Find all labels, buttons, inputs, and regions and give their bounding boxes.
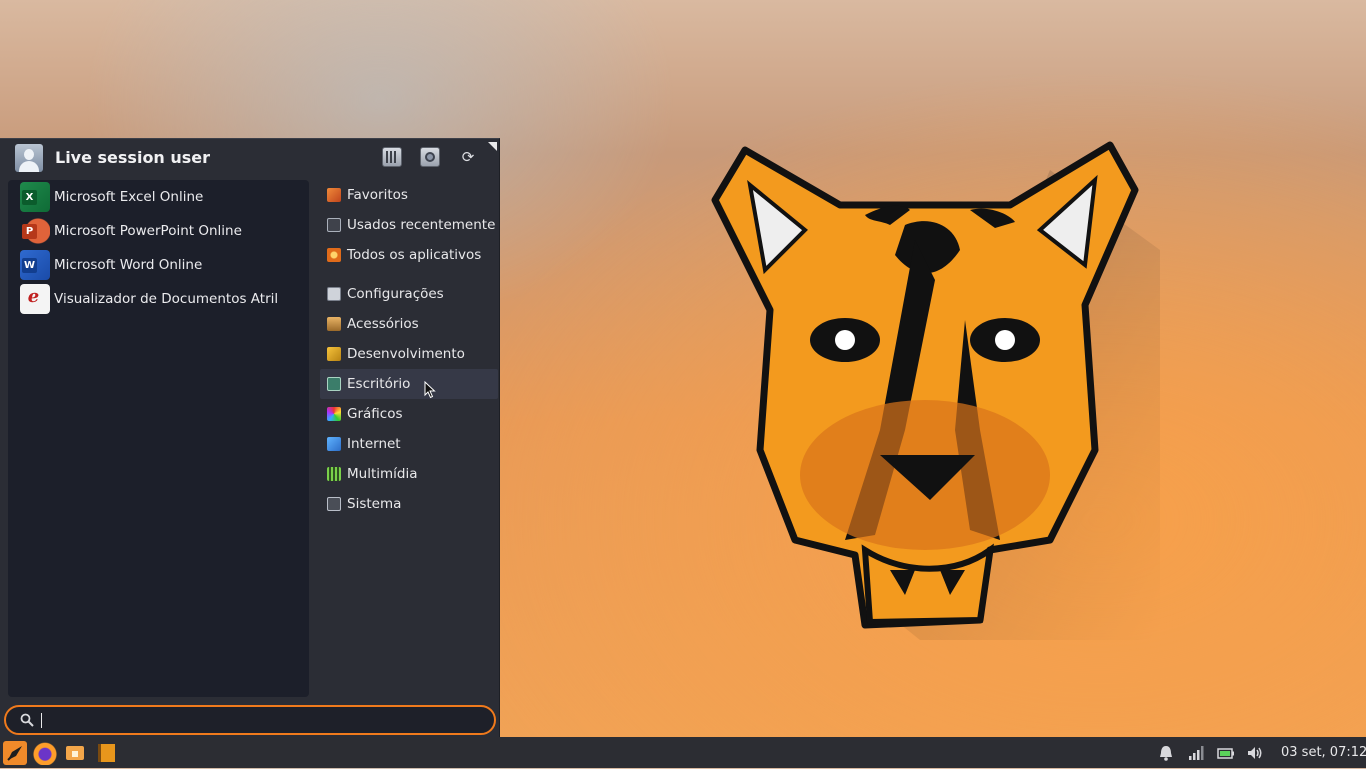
category-multimedia[interactable]: Multimídia xyxy=(320,459,498,489)
category-label: Usados recentemente xyxy=(347,217,496,233)
category-label: Multimídia xyxy=(347,466,418,482)
user-name: Live session user xyxy=(55,148,211,167)
internet-icon xyxy=(327,437,341,451)
category-label: Todos os aplicativos xyxy=(347,247,482,263)
network-signal-icon[interactable] xyxy=(1188,744,1206,762)
category-office[interactable]: Escritório xyxy=(320,369,498,399)
search-input[interactable] xyxy=(40,711,484,731)
applications-list: X Microsoft Excel Online P Microsoft Pow… xyxy=(8,180,309,697)
all-apps-icon xyxy=(327,248,341,262)
app-item-powerpoint[interactable]: P Microsoft PowerPoint Online xyxy=(8,214,309,248)
app-item-excel[interactable]: X Microsoft Excel Online xyxy=(8,180,309,214)
recent-icon xyxy=(327,218,341,232)
app-label: Microsoft Excel Online xyxy=(54,189,204,205)
whisker-menu: Live session user ⟳ X Microsoft Excel On… xyxy=(0,138,500,737)
category-settings[interactable]: Configurações xyxy=(320,279,498,309)
multimedia-icon xyxy=(327,467,341,481)
search-box[interactable] xyxy=(4,705,496,735)
wallpaper-mascot-icon xyxy=(711,141,1160,640)
category-all-apps[interactable]: Todos os aplicativos xyxy=(320,240,498,270)
excel-icon: X xyxy=(20,182,50,212)
categories-list: Favoritos Usados recentemente Todos os a… xyxy=(320,180,498,519)
log-out-icon[interactable]: ⟳ xyxy=(458,147,478,167)
app-item-word[interactable]: W Microsoft Word Online xyxy=(8,248,309,282)
app-label: Microsoft PowerPoint Online xyxy=(54,223,242,239)
category-graphics[interactable]: Gráficos xyxy=(320,399,498,429)
system-icon xyxy=(327,497,341,511)
app-label: Microsoft Word Online xyxy=(54,257,203,273)
word-icon: W xyxy=(20,250,50,280)
settings-manager-icon[interactable] xyxy=(382,147,402,167)
file-manager-icon[interactable] xyxy=(63,741,87,765)
lock-screen-icon[interactable] xyxy=(420,147,440,167)
menu-header: Live session user ⟳ xyxy=(0,139,500,177)
category-label: Sistema xyxy=(347,496,402,512)
accessories-icon xyxy=(327,317,341,331)
settings-icon xyxy=(327,287,341,301)
app-item-atril[interactable]: e Visualizador de Documentos Atril xyxy=(8,282,309,316)
category-development[interactable]: Desenvolvimento xyxy=(320,339,498,369)
clock[interactable]: 03 set, 07:12 xyxy=(1281,745,1366,760)
category-favorites[interactable]: Favoritos xyxy=(320,180,498,210)
notifications-icon[interactable] xyxy=(1157,744,1175,762)
whisker-menu-icon[interactable] xyxy=(3,741,27,765)
category-system[interactable]: Sistema xyxy=(320,489,498,519)
search-icon xyxy=(20,713,34,727)
firefox-icon[interactable] xyxy=(33,741,57,765)
category-label: Acessórios xyxy=(347,316,419,332)
category-label: Configurações xyxy=(347,286,444,302)
development-icon xyxy=(327,347,341,361)
battery-icon[interactable] xyxy=(1217,744,1235,762)
taskbar: 03 set, 07:12 xyxy=(0,737,1366,768)
app-label: Visualizador de Documentos Atril xyxy=(54,291,279,307)
user-avatar xyxy=(15,144,43,172)
category-internet[interactable]: Internet xyxy=(320,429,498,459)
volume-icon[interactable] xyxy=(1246,744,1264,762)
powerpoint-icon: P xyxy=(20,216,50,246)
favorites-icon xyxy=(327,188,341,202)
category-recent[interactable]: Usados recentemente xyxy=(320,210,498,240)
book-icon[interactable] xyxy=(93,741,117,765)
category-label: Escritório xyxy=(347,376,411,392)
office-icon xyxy=(327,377,341,391)
category-accessories[interactable]: Acessórios xyxy=(320,309,498,339)
category-label: Favoritos xyxy=(347,187,408,203)
category-label: Internet xyxy=(347,436,401,452)
graphics-icon xyxy=(327,407,341,421)
mouse-pointer-icon xyxy=(424,381,436,399)
category-label: Desenvolvimento xyxy=(347,346,465,362)
category-label: Gráficos xyxy=(347,406,403,422)
text-caret xyxy=(41,713,42,728)
resize-grip-icon[interactable] xyxy=(488,142,497,151)
atril-icon: e xyxy=(20,284,50,314)
